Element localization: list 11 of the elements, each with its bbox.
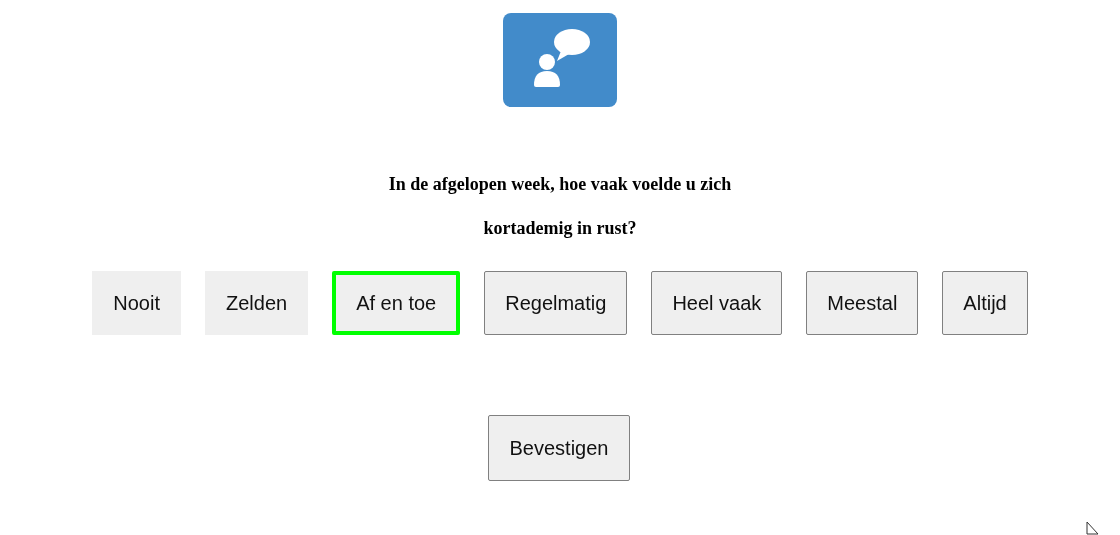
- answer-option[interactable]: Zelden: [205, 271, 309, 335]
- answer-option[interactable]: Regelmatig: [484, 271, 628, 335]
- question-text: kortademig in rust?: [483, 219, 637, 237]
- answer-option[interactable]: Altijd: [942, 271, 1028, 335]
- answer-option[interactable]: Heel vaak: [651, 271, 783, 335]
- person-speech-bubble-icon: [502, 13, 617, 107]
- answer-option[interactable]: Meestal: [806, 271, 919, 335]
- confirm-button[interactable]: Bevestigen: [487, 415, 631, 481]
- question-text: In de afgelopen week, hoe vaak voelde u zich: [388, 175, 732, 193]
- answer-option[interactable]: Af en toe: [332, 271, 461, 335]
- answer-option[interactable]: Nooit: [92, 271, 181, 335]
